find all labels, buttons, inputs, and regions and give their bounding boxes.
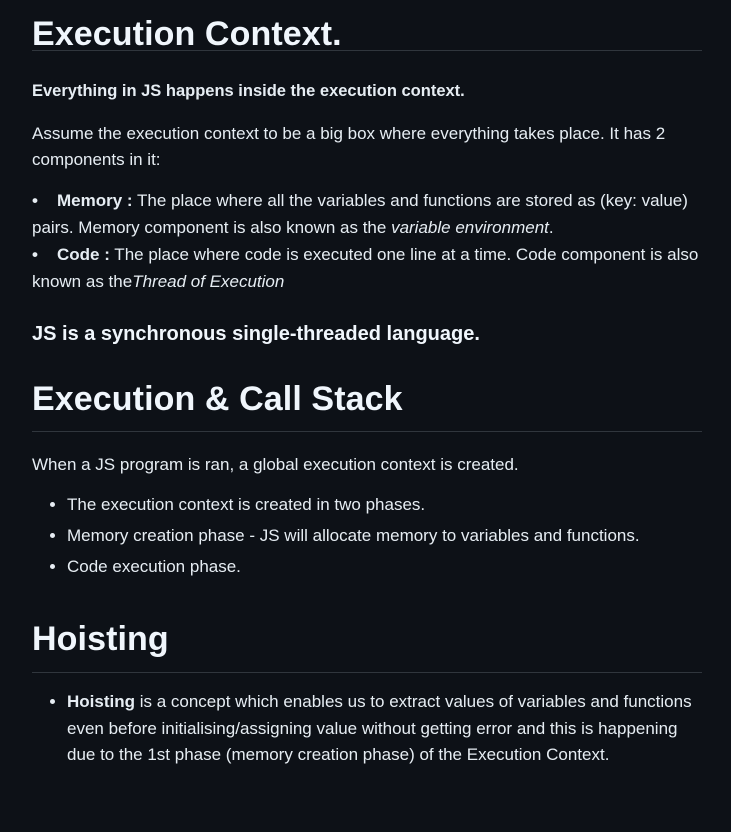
markdown-document: Execution Context. Everything in JS happ… [0,0,731,832]
hoisting-list: Hoisting is a concept which enables us t… [32,689,702,769]
term-code: Code : [57,245,110,264]
list-item-code: • Code : The place where code is executed… [32,241,702,295]
term-hoisting: Hoisting [67,692,135,711]
italic-variable-environment: variable environment [391,218,549,237]
bold-statement: Everything in JS happens inside the exec… [32,82,465,100]
section-execution-call-stack: Execution & Call Stack When a JS program… [32,348,702,580]
section-hoisting: Hoisting Hoisting is a concept which ena… [32,585,702,769]
list-item-hoisting: Hoisting is a concept which enables us t… [67,689,702,769]
list-item: Code execution phase. [67,554,702,580]
hoisting-description: is a concept which enables us to extract… [67,692,692,764]
heading-execution-call-stack: Execution & Call Stack [32,380,403,418]
heading-execution-context: Execution Context. [32,15,342,53]
bullet-dot: • [32,191,38,210]
italic-thread-of-execution: Thread of Execution [132,272,285,291]
heading-wrapper: Execution & Call Stack [32,348,702,432]
memory-trailing: . [548,218,554,237]
list-item-memory: • Memory : The place where all the variab… [32,187,702,241]
intro-paragraph: Assume the execution context to be a big… [32,124,666,169]
bullet-dot: • [32,245,38,264]
term-memory: Memory : [57,191,133,210]
list-item: The execution context is created in two … [67,492,702,518]
subheading-synchronous: JS is a synchronous single-threaded lang… [32,323,480,345]
intro-paragraph: When a JS program is ran, a global execu… [32,455,519,474]
heading-wrapper: Execution Context. [32,0,702,53]
components-list: • Memory : The place where all the variab… [32,187,702,295]
heading-wrapper: Hoisting [32,585,702,673]
heading-hoisting: Hoisting [32,620,169,658]
phases-list: The execution context is created in two … [32,492,702,580]
list-item: Memory creation phase - JS will allocate… [67,523,702,549]
section-execution-context: Execution Context. Everything in JS happ… [32,0,702,348]
